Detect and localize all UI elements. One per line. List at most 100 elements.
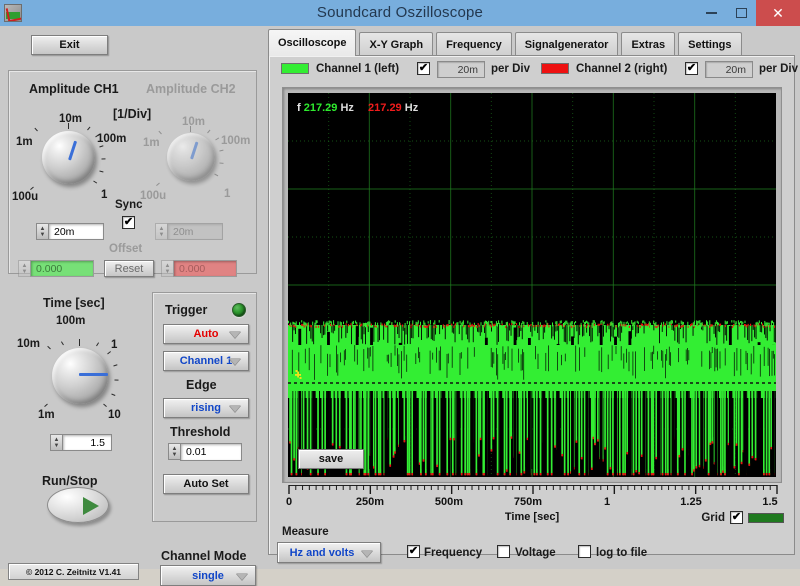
ch1-scale-100m: 100m (97, 133, 127, 145)
close-icon: ✕ (772, 5, 784, 21)
measure-section: Measure Hz and volts ✔ Frequency ✔ Volta… (269, 526, 796, 563)
channel1-enable-checkbox[interactable]: ✔ (417, 62, 430, 75)
channel2-frequency-value: 217.29 (368, 102, 402, 114)
trigger-source-dropdown[interactable]: Channel 1 (163, 351, 249, 371)
minimize-button[interactable] (696, 0, 726, 26)
tab-oscilloscope[interactable]: Oscilloscope (268, 29, 357, 56)
amplitude-ch1-knob[interactable] (42, 131, 95, 184)
channel2-frequency-unit: Hz (404, 102, 419, 114)
close-button[interactable]: ✕ (756, 0, 800, 26)
trigger-source-value: Channel 1 (179, 355, 233, 367)
window-controls: ✕ (696, 0, 800, 26)
log-to-file-checkbox[interactable]: ✔ (578, 545, 591, 558)
channel2-label: Channel 2 (right) (576, 63, 668, 75)
auto-set-button[interactable]: Auto Set (163, 474, 249, 494)
scope-plot[interactable]: f 217.29 Hz 217.29 Hz save (288, 93, 776, 477)
grid-label: Grid (701, 511, 725, 524)
ch1-amplitude-value[interactable]: 20m (48, 223, 104, 240)
offset-label: Offset (109, 243, 143, 255)
threshold-label: Threshold (170, 425, 231, 439)
exit-button[interactable]: Exit (31, 35, 108, 55)
edge-label: Edge (186, 378, 217, 392)
time-knob[interactable] (52, 348, 108, 404)
offset-reset-button[interactable]: Reset (104, 260, 154, 277)
ch1-scale-100u: 100u (12, 191, 39, 203)
amplitude-ch2-knob[interactable] (167, 133, 215, 181)
title-bar: Soundcard Oszilloscope ✕ (0, 0, 800, 26)
amplitude-group: Amplitude CH1 Amplitude CH2 [1/Div] 10m … (8, 70, 257, 277)
minimize-icon (705, 12, 717, 14)
trigger-group: Trigger Auto Channel 1 Edge rising Thres… (152, 292, 257, 522)
offset-ch2-spinner[interactable]: ▲ ▼ (161, 260, 173, 277)
ch2-scale-100m: 100m (221, 135, 251, 147)
window-title: Soundcard Oszilloscope (316, 4, 484, 21)
trigger-edge-value: rising (191, 402, 221, 414)
channel-mode-label: Channel Mode (161, 549, 247, 563)
grid-checkbox[interactable]: ✔ (730, 511, 743, 524)
channel-controls-row: Channel 1 (left) ✔ 20m per Div Channel 2… (269, 56, 798, 83)
measure-mode-dropdown[interactable]: Hz and volts (277, 542, 381, 563)
sync-label: Sync (115, 199, 143, 211)
chevron-down-icon (229, 358, 241, 365)
scope-plot-frame: f 217.29 Hz 217.29 Hz save (282, 87, 782, 483)
time-scale-1: 1 (111, 339, 118, 351)
tab-settings[interactable]: Settings (678, 32, 742, 56)
xtick-1p25: 1.25 (680, 496, 702, 508)
ch2-scale-100u: 100u (140, 190, 167, 202)
xtick-0: 0 (285, 496, 293, 508)
x-axis-ticks (288, 485, 778, 494)
tab-bar: Oscilloscope X-Y Graph Frequency Signalg… (268, 28, 745, 56)
channel-mode-value: single (192, 569, 224, 582)
channel1-color-swatch (281, 63, 309, 74)
maximize-button[interactable] (726, 0, 756, 26)
frequency-checkbox[interactable]: ✔ (407, 545, 420, 558)
chevron-down-icon (361, 549, 373, 557)
channel2-color-swatch (541, 63, 569, 74)
amplitude-ch2-title: Amplitude CH2 (146, 82, 236, 96)
log-to-file-label: log to file (596, 547, 648, 559)
offset-ch2-value[interactable]: 0.000 (173, 260, 237, 277)
channel1-per-div-value[interactable]: 20m (437, 61, 485, 78)
trigger-edge-dropdown[interactable]: rising (163, 398, 249, 418)
measure-label: Measure (282, 526, 329, 538)
frequency-label: Frequency (424, 547, 483, 559)
time-value-spinner[interactable]: ▲ ▼ (50, 434, 62, 451)
tab-extras[interactable]: Extras (621, 32, 676, 56)
channel-mode-dropdown[interactable]: single (160, 565, 256, 586)
channel1-frequency-value: 217.29 (303, 102, 338, 114)
chevron-down-icon (236, 572, 248, 580)
threshold-value[interactable]: 0.01 (180, 443, 242, 461)
ch2-value-spinner[interactable]: ▲ ▼ (155, 223, 167, 240)
offset-ch1-value[interactable]: 0.000 (30, 260, 94, 277)
channel1-per-div-label: per Div (491, 63, 530, 75)
voltage-checkbox[interactable]: ✔ (497, 545, 510, 558)
ch2-amplitude-value[interactable]: 20m (167, 223, 223, 240)
save-button[interactable]: save (298, 449, 364, 469)
window-body: Exit Amplitude CH1 Amplitude CH2 [1/Div]… (0, 26, 800, 586)
grid-color-swatch[interactable] (748, 512, 784, 523)
time-scale-100m: 100m (56, 315, 86, 327)
channel2-enable-checkbox[interactable]: ✔ (685, 62, 698, 75)
channel1-label: Channel 1 (left) (316, 63, 400, 75)
tab-signalgenerator[interactable]: Signalgenerator (514, 32, 619, 56)
sync-checkbox[interactable]: ✔ (122, 216, 135, 229)
channel2-per-div-value[interactable]: 20m (705, 61, 753, 78)
tab-xy-graph[interactable]: X-Y Graph (359, 32, 434, 56)
tab-frequency[interactable]: Frequency (436, 32, 512, 56)
threshold-spinner[interactable]: ▲ ▼ (168, 443, 180, 460)
voltage-label: Voltage (515, 547, 556, 559)
ch1-value-spinner[interactable]: ▲ ▼ (36, 223, 48, 240)
copyright-label: © 2012 C. Zeitnitz V1.41 (8, 563, 139, 580)
trigger-led-icon (232, 303, 246, 317)
run-stop-button[interactable] (47, 487, 109, 523)
maximize-icon (735, 8, 747, 18)
offset-ch1-spinner[interactable]: ▲ ▼ (18, 260, 30, 277)
chevron-down-icon (229, 405, 241, 412)
control-panel: Exit Amplitude CH1 Amplitude CH2 [1/Div]… (0, 26, 265, 586)
frequency-readout: f 217.29 Hz 217.29 Hz (297, 102, 418, 114)
trigger-mode-dropdown[interactable]: Auto (163, 324, 249, 344)
time-value[interactable]: 1.5 (62, 434, 112, 451)
ch2-scale-1: 1 (224, 188, 231, 200)
oscilloscope-window: Soundcard Oszilloscope ✕ Exit Amplitude … (0, 0, 800, 586)
amplitude-ch1-title: Amplitude CH1 (29, 82, 119, 96)
